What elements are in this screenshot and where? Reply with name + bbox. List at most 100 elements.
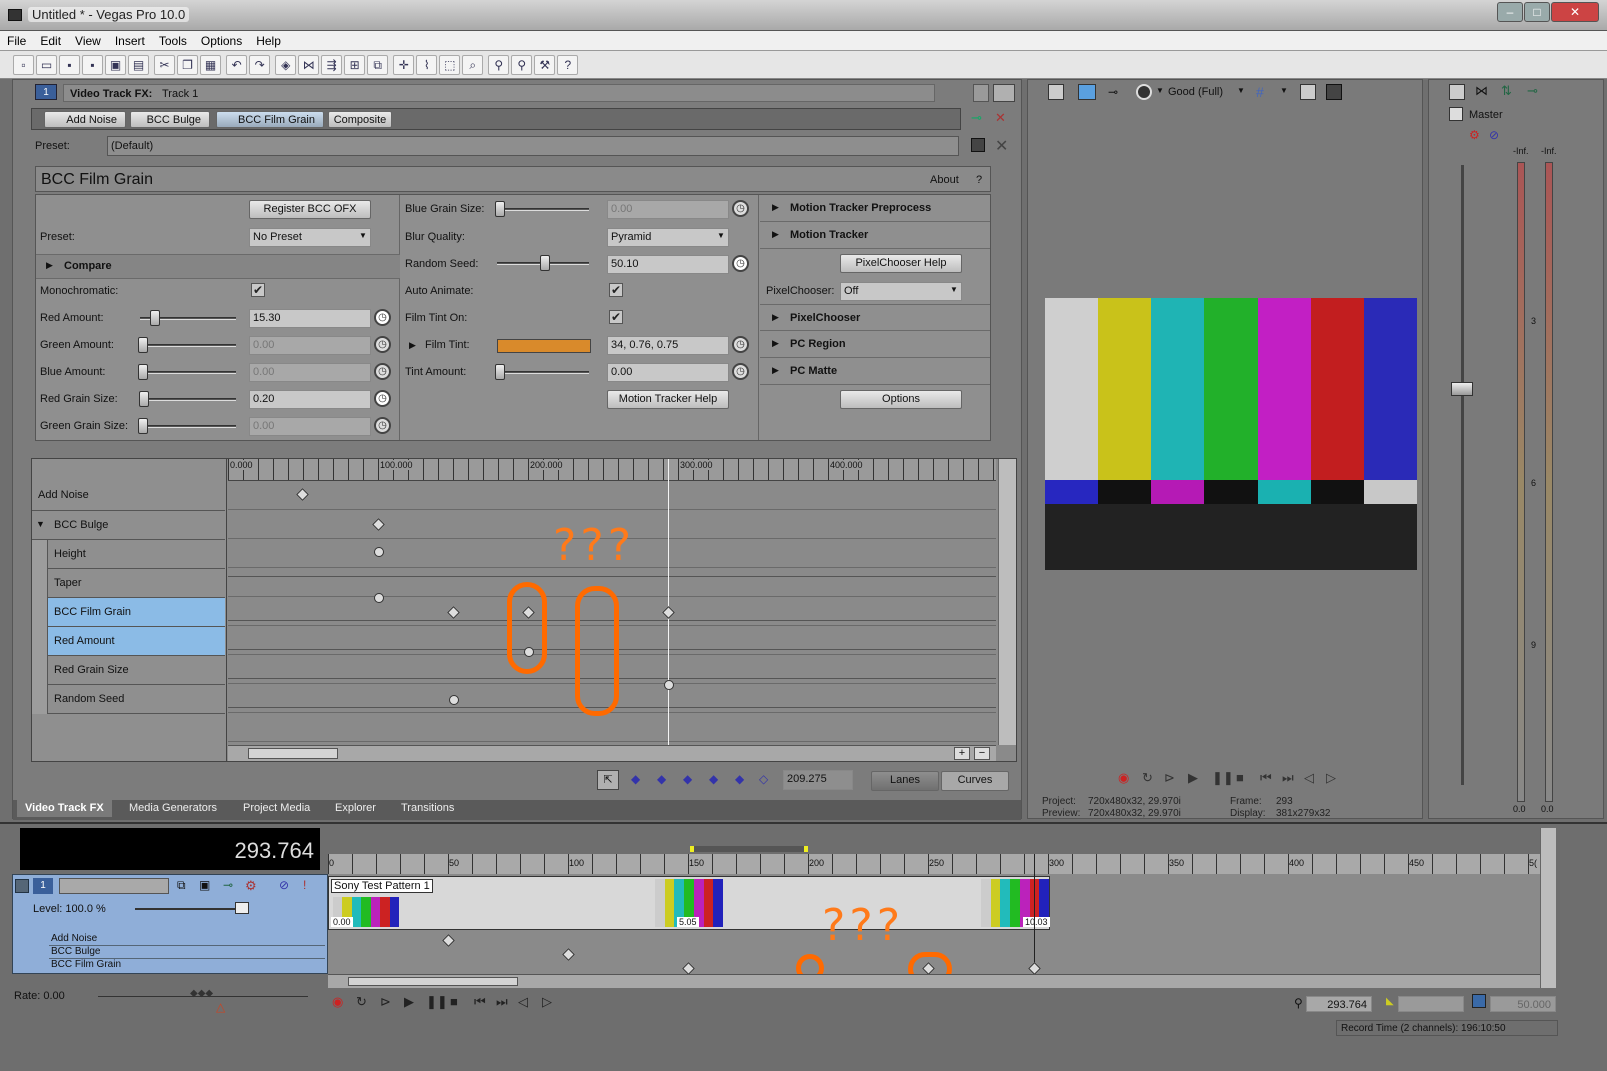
blue-grain-knob[interactable] [495, 201, 505, 217]
kf-lane-red-grain-size[interactable]: Red Grain Size [48, 656, 225, 685]
go-start-icon[interactable]: ⏮ [474, 994, 486, 1010]
menu-options[interactable]: Options [194, 31, 249, 51]
ignore-grouping-icon[interactable]: ⧉ [367, 55, 389, 75]
scroll-thumb[interactable] [248, 748, 338, 759]
preset-dropdown[interactable]: (Default) [107, 136, 959, 156]
scroll-thumb[interactable] [348, 977, 518, 986]
keyframe-clock-icon[interactable]: ◷ [374, 336, 391, 353]
scrub-icon[interactable]: ⚒ [534, 55, 556, 75]
grid-icon[interactable]: # [1256, 84, 1264, 100]
chevron-down-icon[interactable]: ▼ [1237, 86, 1245, 95]
track-fx-icon[interactable]: ▣ [199, 878, 210, 892]
pc-region-section[interactable]: ▶ PC Region [760, 331, 990, 358]
menu-file[interactable]: File [0, 31, 33, 51]
tint-amount-slider[interactable] [497, 371, 589, 374]
help-pointer-icon[interactable]: ? [557, 55, 579, 75]
track-composite-icon[interactable]: ⊸ [223, 878, 233, 892]
pc-matte-section[interactable]: ▶ PC Matte [760, 358, 990, 385]
save-preset-icon[interactable] [971, 138, 985, 152]
selection-tool-icon[interactable]: ⬚ [439, 55, 461, 75]
regions-icon[interactable]: ⚲ [511, 55, 533, 75]
master-fader-track[interactable] [1461, 165, 1464, 785]
kf-vertical-scrollbar[interactable] [998, 459, 1016, 745]
random-seed-knob[interactable] [540, 255, 550, 271]
film-tint-field[interactable]: 34, 0.76, 0.75 [607, 336, 729, 355]
minimize-button[interactable]: – [1497, 2, 1523, 22]
zoom-out-icon[interactable]: − [974, 747, 990, 760]
prev-frame-icon[interactable]: ◁ [1304, 770, 1314, 786]
keyframe[interactable] [664, 680, 674, 690]
expand-arrow-icon[interactable]: ▶ [409, 340, 416, 351]
track-motion-icon[interactable]: ⧉ [177, 878, 186, 893]
save-as-icon[interactable]: ▪ [82, 55, 103, 75]
play-icon[interactable]: ▶ [404, 994, 414, 1010]
cut-icon[interactable]: ✂ [154, 55, 176, 75]
green-grain-slider[interactable] [140, 425, 236, 428]
motion-tracker-section[interactable]: ▶ Motion Tracker [760, 222, 990, 249]
kf-time-field[interactable]: 209.275 [783, 770, 853, 790]
tab-project-media[interactable]: Project Media [235, 800, 318, 817]
stop-icon[interactable]: ■ [1236, 770, 1244, 785]
keyframe-clock-icon[interactable]: ◷ [374, 363, 391, 380]
pixelchooser-help-button[interactable]: PixelChooser Help [840, 254, 962, 273]
track-level-knob[interactable] [235, 902, 249, 914]
kf-horizontal-scrollbar[interactable]: + − [228, 745, 996, 761]
track-level-slider[interactable] [135, 908, 247, 910]
plugin-chain-icon[interactable]: ⊸ [971, 110, 987, 126]
blur-quality-dropdown[interactable]: Pyramid [607, 228, 729, 247]
blue-amount-slider[interactable] [140, 371, 236, 374]
timeline-v-scrollbar[interactable] [1540, 828, 1556, 988]
open-icon[interactable]: ▭ [36, 55, 57, 75]
video-clip[interactable]: Sony Test Pattern 1 0.00 5.05 10.03 [328, 876, 1050, 930]
keyframe-clock-icon[interactable]: ◷ [374, 417, 391, 434]
tab-video-track-fx[interactable]: Video Track FX [17, 800, 112, 817]
kf-last-icon[interactable]: ◆ [709, 772, 718, 786]
preview-device-icon[interactable] [1078, 84, 1096, 100]
keyframe[interactable] [374, 547, 384, 557]
motion-tracker-preprocess-section[interactable]: ▶ Motion Tracker Preprocess [760, 195, 990, 222]
pixelchooser-dropdown[interactable]: Off [840, 282, 962, 301]
fx-chain-bcc-film-grain[interactable]: BCC Film Grain [216, 111, 324, 128]
compare-section[interactable]: ▶ Compare [36, 254, 400, 279]
about-link[interactable]: About [930, 174, 959, 186]
video-output-icon[interactable] [1048, 84, 1064, 100]
fx-row[interactable]: BCC Film Grain [49, 959, 325, 972]
sync-cursor-icon[interactable]: ⇱ [597, 770, 619, 790]
keyframe-clock-icon[interactable]: ◷ [732, 200, 749, 217]
master-fader-handle[interactable] [1451, 382, 1473, 396]
red-grain-slider[interactable] [140, 398, 236, 401]
keyframe[interactable] [449, 695, 459, 705]
red-amount-knob[interactable] [150, 310, 160, 326]
keyframe-clock-icon[interactable]: ◷ [732, 255, 749, 272]
keyframe[interactable] [562, 948, 575, 961]
red-amount-field[interactable]: 15.30 [249, 309, 371, 328]
kf-prev-icon[interactable]: ◆ [657, 772, 666, 786]
play-from-start-icon[interactable]: ⊳ [1164, 770, 1175, 786]
ripple-icon[interactable]: ⇶ [321, 55, 343, 75]
envelope-tool-icon[interactable]: ⌇ [416, 55, 438, 75]
kf-lane-bcc-bulge[interactable]: ▼ BCC Bulge [32, 511, 225, 540]
record-icon[interactable]: ◉ [332, 994, 343, 1010]
pause-icon[interactable]: ❚❚ [1212, 770, 1234, 786]
col1-preset-dropdown[interactable]: No Preset [249, 228, 371, 247]
keyframe-clock-icon[interactable]: ◷ [732, 363, 749, 380]
keyframe-clock-icon[interactable]: ◷ [374, 309, 391, 326]
fx-row[interactable]: BCC Bulge [49, 946, 325, 959]
normal-edit-tool-icon[interactable]: ✛ [393, 55, 415, 75]
kf-delete-icon[interactable]: ◇ [759, 772, 768, 786]
keyframe[interactable] [442, 934, 455, 947]
menu-help[interactable]: Help [249, 31, 288, 51]
selection-length-field[interactable] [1398, 996, 1464, 1012]
track-settings-icon[interactable]: ⚙ [245, 878, 257, 894]
menu-view[interactable]: View [68, 31, 108, 51]
curves-button[interactable]: Curves [941, 771, 1009, 791]
quality-label[interactable]: Good (Full) [1168, 86, 1223, 98]
delete-preset-icon[interactable]: ✕ [995, 136, 1008, 156]
selection-end-field[interactable]: 50.000 [1490, 996, 1556, 1012]
keyframe[interactable] [296, 488, 309, 501]
fx-chain-bcc-bulge[interactable]: BCC Bulge [130, 111, 210, 128]
green-amount-slider[interactable] [140, 344, 236, 347]
loop-icon[interactable]: ↻ [1142, 770, 1153, 786]
loop-region-bar[interactable] [690, 846, 808, 852]
timeline-h-scrollbar[interactable] [328, 974, 1540, 988]
